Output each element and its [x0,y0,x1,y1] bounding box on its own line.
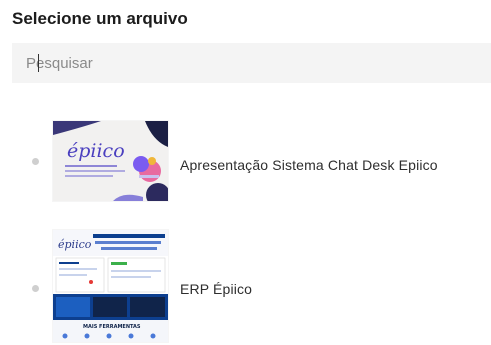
file-name: ERP Épiico [180,281,253,297]
file-item[interactable]: épiico MAIS FERRAMENTAS ERP Épiico [26,230,476,342]
logo-text: épiico [67,140,125,162]
file-item[interactable]: épiico Apresentação Sistema Chat Desk Ep… [26,118,476,204]
erp-thumbnail-art: épiico MAIS FERRAMENTAS [53,230,168,342]
selection-dot[interactable] [32,158,39,165]
search-box[interactable] [12,43,491,83]
selection-dot[interactable] [32,285,39,292]
logo-text: épiico [58,238,92,251]
file-thumbnail: épiico [53,121,168,201]
thumbnail-footer-label: MAIS FERRAMENTAS [83,324,141,330]
file-thumbnail: épiico MAIS FERRAMENTAS [53,230,168,342]
page-title: Selecione um arquivo [12,9,188,28]
file-name: Apresentação Sistema Chat Desk Epiico [180,157,438,173]
text-caret [38,54,39,72]
search-input[interactable] [12,43,491,83]
presentation-thumbnail-art: épiico [53,121,168,201]
